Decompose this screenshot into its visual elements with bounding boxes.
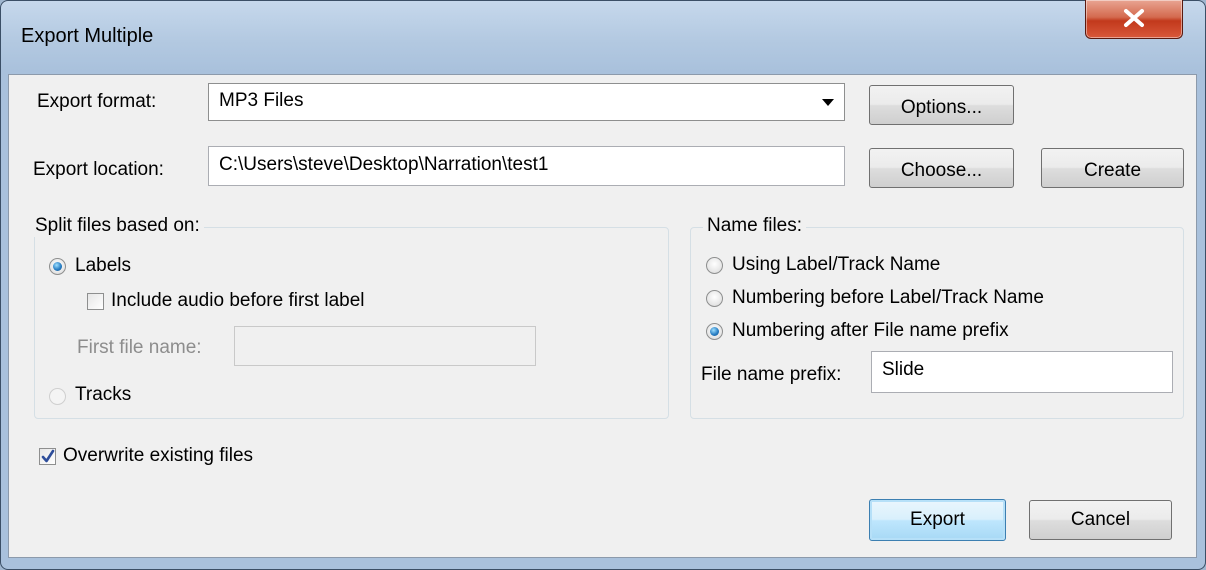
labels-radio[interactable] [49, 258, 66, 275]
overwrite-label[interactable]: Overwrite existing files [63, 445, 253, 467]
dialog-body: Export format: MP3 Files Options... Expo… [8, 74, 1197, 558]
file-name-prefix-input[interactable]: Slide [871, 351, 1173, 393]
cancel-button[interactable]: Cancel [1029, 500, 1172, 540]
export-button[interactable]: Export [869, 499, 1006, 541]
export-multiple-dialog: Export Multiple Export format: MP3 Files… [0, 0, 1206, 570]
first-file-name-input[interactable] [234, 326, 536, 366]
using-label-track-name-radio[interactable] [706, 257, 723, 274]
numbering-before-label-label[interactable]: Numbering before Label/Track Name [732, 287, 1044, 309]
options-button[interactable]: Options... [869, 85, 1014, 125]
tracks-radio[interactable] [49, 388, 66, 405]
file-name-prefix-label: File name prefix: [701, 364, 842, 385]
numbering-after-prefix-radio[interactable] [706, 323, 723, 340]
export-format-value: MP3 Files [219, 90, 304, 111]
using-label-track-name-label[interactable]: Using Label/Track Name [732, 254, 940, 276]
tracks-radio-label[interactable]: Tracks [75, 384, 131, 406]
labels-radio-label[interactable]: Labels [75, 255, 131, 277]
create-button[interactable]: Create [1041, 148, 1184, 188]
overwrite-checkbox[interactable] [39, 448, 56, 465]
export-location-label: Export location: [33, 159, 164, 180]
include-audio-label[interactable]: Include audio before first label [111, 290, 365, 312]
checkmark-icon [41, 449, 55, 463]
window-title: Export Multiple [21, 25, 154, 47]
close-button[interactable] [1085, 0, 1183, 39]
split-files-title: Split files based on: [31, 215, 204, 237]
include-audio-checkbox[interactable] [87, 293, 104, 310]
first-file-name-label: First file name: [77, 337, 202, 358]
export-location-input[interactable]: C:\Users\steve\Desktop\Narration\test1 [208, 146, 845, 186]
export-format-select[interactable]: MP3 Files [208, 83, 845, 121]
name-files-title: Name files: [703, 215, 807, 237]
export-format-label: Export format: [37, 91, 157, 112]
numbering-before-label-radio[interactable] [706, 290, 723, 307]
chevron-down-icon [822, 99, 834, 106]
numbering-after-prefix-label[interactable]: Numbering after File name prefix [732, 320, 1009, 342]
close-icon [1124, 9, 1144, 27]
title-bar[interactable]: Export Multiple [1, 0, 1205, 75]
choose-button[interactable]: Choose... [869, 148, 1014, 188]
